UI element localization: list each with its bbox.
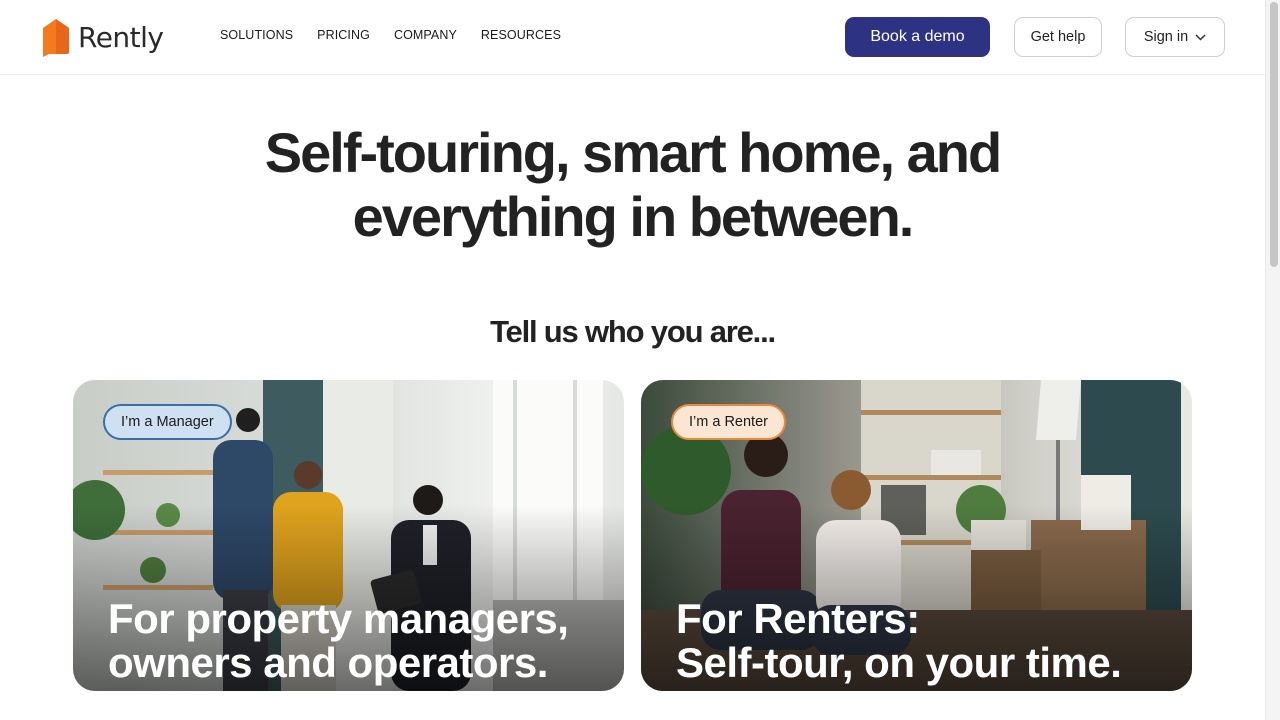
sign-in-button[interactable]: Sign in — [1125, 17, 1225, 57]
manager-heading: For property managers, owners and operat… — [108, 597, 618, 685]
renter-pill[interactable]: I’m a Renter — [671, 404, 786, 440]
book-demo-label: Book a demo — [870, 28, 965, 45]
house-logo-icon — [43, 19, 69, 57]
hero-title-line2: everything in between. — [352, 185, 915, 248]
hero-title-line1: Self-touring, smart home, and — [264, 121, 1002, 184]
nav-pricing[interactable]: PRICING — [317, 28, 370, 42]
sign-in-label: Sign in — [1143, 29, 1189, 45]
page: Rently SOLUTIONS PRICING COMPANY RESOURC… — [0, 0, 1280, 720]
renter-card[interactable]: I’m a Renter For Renters: Self-tour, on … — [641, 380, 1192, 691]
chevron-down-icon — [1195, 33, 1206, 41]
nav-resources[interactable]: RESOURCES — [481, 28, 561, 42]
nav-company[interactable]: COMPANY — [394, 28, 457, 42]
renter-heading: For Renters: Self-tour, on your time. — [676, 597, 1186, 685]
rently-logo[interactable]: Rently — [41, 16, 164, 58]
manager-heading-line1: For property managers, — [108, 595, 569, 642]
get-help-label: Get help — [1030, 29, 1086, 45]
renter-heading-line1: For Renters: — [676, 595, 920, 642]
manager-heading-line2: owners and operators. — [108, 639, 548, 686]
logo-text: Rently — [78, 21, 164, 54]
get-help-button[interactable]: Get help — [1014, 17, 1102, 57]
renter-heading-line2: Self-tour, on your time. — [676, 639, 1122, 686]
scrollbar[interactable] — [1265, 0, 1280, 720]
hero-title: Self-touring, smart home, and everything… — [0, 121, 1265, 249]
manager-pill[interactable]: I’m a Manager — [103, 404, 232, 440]
section-subtitle: Tell us who you are... — [490, 314, 776, 349]
main-nav: SOLUTIONS PRICING COMPANY RESOURCES — [220, 28, 585, 42]
manager-card[interactable]: I’m a Manager For property managers, own… — [73, 380, 624, 691]
nav-solutions[interactable]: SOLUTIONS — [220, 28, 293, 42]
book-demo-button[interactable]: Book a demo — [845, 17, 990, 57]
scrollbar-thumb[interactable] — [1270, 2, 1278, 267]
site-header: Rently SOLUTIONS PRICING COMPANY RESOURC… — [0, 0, 1265, 75]
